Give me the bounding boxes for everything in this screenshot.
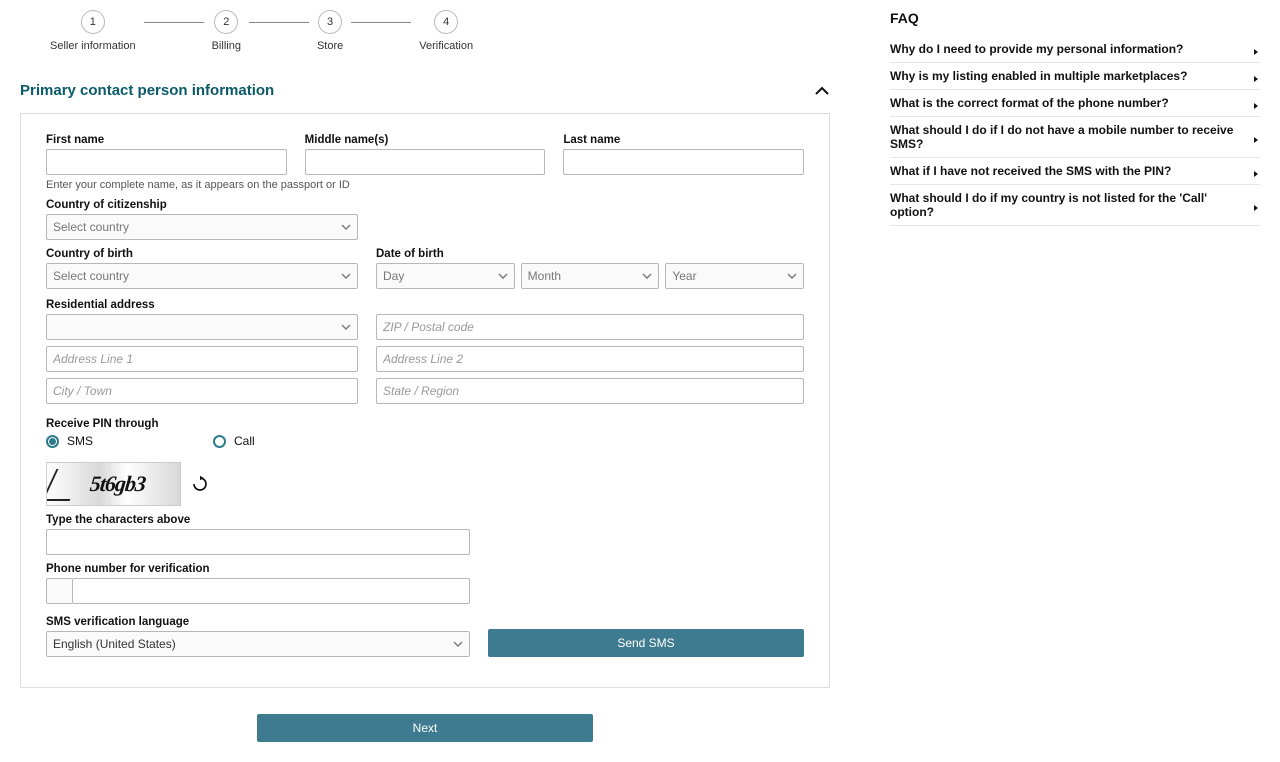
captcha-input[interactable]	[46, 529, 470, 555]
caret-right-icon	[1252, 133, 1260, 141]
faq-title: FAQ	[890, 10, 1260, 26]
send-sms-button[interactable]: Send SMS	[488, 629, 804, 657]
faq-item[interactable]: What should I do if I do not have a mobi…	[890, 117, 1260, 158]
step-label: Seller information	[50, 40, 136, 52]
caret-right-icon	[1252, 99, 1260, 107]
pin-sms-label: SMS	[67, 434, 93, 448]
sms-lang-select[interactable]: English (United States)	[46, 631, 470, 657]
chevron-down-icon	[341, 222, 351, 232]
caret-right-icon	[1252, 45, 1260, 53]
captcha-image: 5t6gb3	[46, 462, 181, 506]
last-name-input[interactable]	[563, 149, 804, 175]
step-circle: 2	[214, 10, 238, 34]
citizenship-label: Country of citizenship	[46, 199, 358, 211]
chevron-up-icon[interactable]	[814, 83, 830, 99]
chevron-down-icon	[787, 271, 797, 281]
chevron-down-icon	[341, 271, 351, 281]
radio-icon	[213, 435, 226, 448]
citizenship-value: Select country	[53, 220, 129, 234]
pin-sms-radio[interactable]: SMS	[46, 434, 93, 448]
dob-year-value: Year	[672, 269, 696, 283]
next-button[interactable]: Next	[257, 714, 593, 742]
step-circle: 3	[318, 10, 342, 34]
dob-month-select[interactable]: Month	[521, 263, 660, 289]
chevron-down-icon	[642, 271, 652, 281]
birth-country-value: Select country	[53, 269, 129, 283]
birth-country-label: Country of birth	[46, 248, 358, 260]
dob-label: Date of birth	[376, 248, 804, 260]
faq-question: Why do I need to provide my personal inf…	[890, 42, 1183, 56]
first-name-label: First name	[46, 134, 287, 146]
faq-question: What is the correct format of the phone …	[890, 96, 1169, 110]
name-hint: Enter your complete name, as it appears …	[46, 179, 804, 191]
faq-question: Why is my listing enabled in multiple ma…	[890, 69, 1187, 83]
radio-icon	[46, 435, 59, 448]
dob-day-value: Day	[383, 269, 404, 283]
faq-item[interactable]: What is the correct format of the phone …	[890, 90, 1260, 117]
last-name-label: Last name	[563, 134, 804, 146]
pin-label: Receive PIN through	[46, 418, 158, 430]
form-card: First name Middle name(s) Last name Ente…	[20, 113, 830, 688]
middle-names-label: Middle name(s)	[305, 134, 546, 146]
zip-input[interactable]	[376, 314, 804, 340]
step-label: Verification	[419, 40, 473, 52]
step-label: Billing	[212, 40, 241, 52]
faq-item[interactable]: What should I do if my country is not li…	[890, 185, 1260, 226]
step-connector	[144, 22, 204, 23]
captcha-text: 5t6gb3	[89, 471, 147, 497]
address2-input[interactable]	[376, 346, 804, 372]
step-4: 4 Verification	[419, 10, 473, 52]
residential-label: Residential address	[46, 299, 155, 311]
refresh-icon[interactable]	[191, 475, 209, 493]
section-title: Primary contact person information	[20, 82, 274, 99]
captcha-label: Type the characters above	[46, 514, 470, 526]
step-connector	[249, 22, 309, 23]
progress-steps: 1 Seller information 2 Billing 3 Store 4…	[20, 10, 830, 52]
residential-country-select[interactable]	[46, 314, 358, 340]
faq-question: What should I do if my country is not li…	[890, 191, 1252, 219]
faq-item[interactable]: Why do I need to provide my personal inf…	[890, 36, 1260, 63]
dob-year-select[interactable]: Year	[665, 263, 804, 289]
phone-input[interactable]	[72, 578, 470, 604]
city-input[interactable]	[46, 378, 358, 404]
step-3: 3 Store	[317, 10, 343, 52]
pin-call-label: Call	[234, 434, 255, 448]
caret-right-icon	[1252, 167, 1260, 175]
caret-right-icon	[1252, 72, 1260, 80]
sms-lang-label: SMS verification language	[46, 616, 470, 628]
step-connector	[351, 22, 411, 23]
step-circle: 1	[81, 10, 105, 34]
step-2: 2 Billing	[212, 10, 241, 52]
dob-day-select[interactable]: Day	[376, 263, 515, 289]
citizenship-select[interactable]: Select country	[46, 214, 358, 240]
faq-panel: FAQ Why do I need to provide my personal…	[890, 10, 1260, 742]
phone-country-select[interactable]	[46, 578, 72, 604]
chevron-down-icon	[453, 639, 463, 649]
faq-item[interactable]: Why is my listing enabled in multiple ma…	[890, 63, 1260, 90]
section-header[interactable]: Primary contact person information	[20, 82, 830, 107]
state-input[interactable]	[376, 378, 804, 404]
step-circle: 4	[434, 10, 458, 34]
first-name-input[interactable]	[46, 149, 287, 175]
step-label: Store	[317, 40, 343, 52]
sms-lang-value: English (United States)	[53, 637, 176, 651]
step-1: 1 Seller information	[50, 10, 136, 52]
faq-question: What if I have not received the SMS with…	[890, 164, 1171, 178]
caret-right-icon	[1252, 201, 1260, 209]
birth-country-select[interactable]: Select country	[46, 263, 358, 289]
chevron-down-icon	[341, 322, 351, 332]
faq-question: What should I do if I do not have a mobi…	[890, 123, 1252, 151]
pin-call-radio[interactable]: Call	[213, 434, 255, 448]
chevron-down-icon	[498, 271, 508, 281]
middle-names-input[interactable]	[305, 149, 546, 175]
dob-month-value: Month	[528, 269, 561, 283]
phone-label: Phone number for verification	[46, 563, 470, 575]
faq-item[interactable]: What if I have not received the SMS with…	[890, 158, 1260, 185]
address1-input[interactable]	[46, 346, 358, 372]
